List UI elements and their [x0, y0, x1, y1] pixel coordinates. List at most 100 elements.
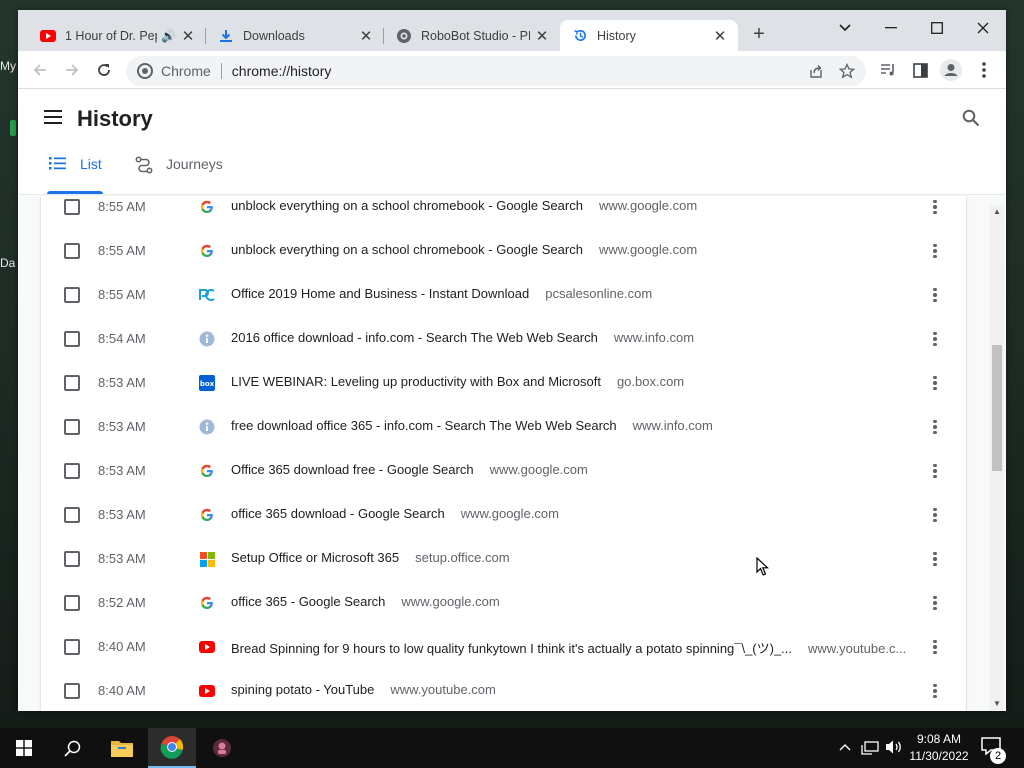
more-actions-icon[interactable] — [925, 373, 945, 393]
close-tab-icon[interactable]: ✕ — [534, 28, 550, 45]
entry-title[interactable]: Bread Spinning for 9 hours to low qualit… — [231, 641, 792, 656]
tab-search-button[interactable] — [822, 14, 868, 42]
more-actions-icon[interactable] — [925, 329, 945, 349]
tab-history[interactable]: History ✕ — [560, 20, 738, 51]
history-entry[interactable]: 8:54 AM 2016 office download - info.com -… — [41, 317, 966, 361]
entry-link[interactable]: Office 365 download free - Google Search… — [231, 462, 588, 477]
tab-downloads[interactable]: Downloads ✕ — [206, 20, 384, 51]
scrollbar-thumb[interactable] — [992, 345, 1002, 471]
forward-button[interactable] — [59, 57, 85, 83]
chrome-taskbar-icon[interactable] — [148, 728, 196, 768]
entry-link[interactable]: office 365 - Google Search www.google.com — [231, 594, 500, 609]
entry-checkbox[interactable] — [64, 551, 80, 567]
more-actions-icon[interactable] — [925, 549, 945, 569]
entry-checkbox[interactable] — [64, 419, 80, 435]
profile-avatar-icon[interactable] — [938, 57, 964, 83]
chrome-icon[interactable] — [137, 63, 153, 79]
entry-link[interactable]: Office 2019 Home and Business - Instant … — [231, 286, 652, 301]
hamburger-menu-icon[interactable] — [44, 110, 62, 126]
more-actions-icon[interactable] — [925, 241, 945, 261]
history-entry[interactable]: 8:40 AM Bread Spinning for 9 hours to low… — [41, 625, 966, 669]
entry-link[interactable]: unblock everything on a school chromeboo… — [231, 198, 697, 213]
start-button[interactable] — [0, 728, 48, 768]
more-actions-icon[interactable] — [925, 681, 945, 701]
entry-link[interactable]: unblock everything on a school chromeboo… — [231, 242, 697, 257]
file-explorer-icon[interactable] — [98, 728, 146, 768]
more-actions-icon[interactable] — [925, 637, 945, 657]
system-clock[interactable]: 9:08 AM 11/30/2022 — [906, 731, 972, 765]
audio-playing-icon[interactable]: 🔊 — [161, 29, 176, 43]
tab-journeys[interactable]: Journeys — [135, 156, 223, 196]
entry-checkbox[interactable] — [64, 507, 80, 523]
bookmark-star-icon[interactable] — [837, 62, 857, 80]
network-icon[interactable] — [861, 739, 879, 758]
entry-link[interactable]: office 365 download - Google Search www.g… — [231, 506, 559, 521]
desktop-icon-label[interactable]: My — [0, 59, 16, 73]
more-actions-icon[interactable] — [925, 417, 945, 437]
history-entry[interactable]: 8:55 AM unblock everything on a school ch… — [41, 229, 966, 273]
scroll-up-arrow-icon[interactable]: ▲ — [990, 205, 1004, 219]
chrome-menu-icon[interactable] — [971, 57, 997, 83]
history-entry[interactable]: 8:53 AM Setup Office or Microsoft 365 setu… — [41, 537, 966, 581]
share-icon[interactable] — [806, 62, 826, 80]
entry-title[interactable]: Office 365 download free - Google Search — [231, 462, 474, 477]
entry-title[interactable]: free download office 365 - info.com - Se… — [231, 418, 617, 433]
tab-youtube[interactable]: 1 Hour of Dr. Pep 🔊 ✕ — [28, 20, 206, 51]
entry-checkbox[interactable] — [64, 595, 80, 611]
search-icon[interactable] — [962, 109, 982, 129]
more-actions-icon[interactable] — [925, 197, 945, 217]
history-entry[interactable]: 8:55 AM Office 2019 Home and Business - I… — [41, 273, 966, 317]
history-entry[interactable]: 8:53 AM office 365 download - Google Sear… — [41, 493, 966, 537]
new-tab-button[interactable]: + — [748, 24, 770, 46]
history-entry[interactable]: 8:52 AM office 365 - Google Search www.goo… — [41, 581, 966, 625]
more-actions-icon[interactable] — [925, 593, 945, 613]
close-tab-icon[interactable]: ✕ — [712, 28, 728, 45]
entry-checkbox[interactable] — [64, 199, 80, 215]
more-actions-icon[interactable] — [925, 285, 945, 305]
side-panel-icon[interactable] — [907, 57, 933, 83]
back-button[interactable] — [27, 57, 53, 83]
entry-checkbox[interactable] — [64, 463, 80, 479]
history-entry[interactable]: 8:53 AM Office 365 download free - Google… — [41, 449, 966, 493]
minimize-button[interactable] — [868, 14, 914, 42]
history-entry[interactable]: 8:53 AM free download office 365 - info.c… — [41, 405, 966, 449]
entry-title[interactable]: Setup Office or Microsoft 365 — [231, 550, 399, 565]
entry-checkbox[interactable] — [64, 683, 80, 699]
entry-checkbox[interactable] — [64, 639, 80, 655]
entry-link[interactable]: spining potato - YouTube www.youtube.com — [231, 682, 496, 697]
entry-title[interactable]: office 365 download - Google Search — [231, 506, 445, 521]
entry-title[interactable]: LIVE WEBINAR: Leveling up productivity w… — [231, 374, 601, 389]
tab-robobot[interactable]: RoboBot Studio - PR ✕ — [384, 20, 560, 51]
close-tab-icon[interactable]: ✕ — [358, 28, 374, 45]
entry-link[interactable]: Setup Office or Microsoft 365 setup.offic… — [231, 550, 510, 565]
tab-list[interactable]: List — [49, 156, 102, 196]
entry-title[interactable]: office 365 - Google Search — [231, 594, 385, 609]
close-tab-icon[interactable]: ✕ — [180, 28, 196, 45]
entry-link[interactable]: LIVE WEBINAR: Leveling up productivity w… — [231, 374, 684, 389]
more-actions-icon[interactable] — [925, 461, 945, 481]
page-scrollbar[interactable]: ▲ ▼ — [990, 205, 1004, 711]
entry-checkbox[interactable] — [64, 287, 80, 303]
robobot-taskbar-icon[interactable] — [198, 728, 246, 768]
desktop-icon-label[interactable]: Da — [0, 256, 15, 270]
entry-link[interactable]: 2016 office download - info.com - Search… — [231, 330, 694, 345]
reload-button[interactable] — [91, 57, 117, 83]
history-entry[interactable]: 8:55 AM unblock everything on a school ch… — [41, 196, 966, 229]
desktop-icon-fragment[interactable] — [10, 120, 16, 136]
more-actions-icon[interactable] — [925, 505, 945, 525]
close-window-button[interactable] — [960, 14, 1006, 42]
address-bar[interactable]: Chrome chrome://history — [126, 56, 866, 86]
entry-checkbox[interactable] — [64, 331, 80, 347]
entry-link[interactable]: Bread Spinning for 9 hours to low qualit… — [231, 638, 906, 657]
search-icon[interactable] — [48, 728, 96, 768]
entry-link[interactable]: free download office 365 - info.com - Se… — [231, 418, 713, 433]
history-entry[interactable]: 8:53 AM box LIVE WEBINAR: Leveling up prod… — [41, 361, 966, 405]
entry-checkbox[interactable] — [64, 243, 80, 259]
entry-title[interactable]: unblock everything on a school chromeboo… — [231, 242, 583, 257]
show-hidden-icons-icon[interactable] — [839, 739, 851, 754]
entry-title[interactable]: 2016 office download - info.com - Search… — [231, 330, 598, 345]
scroll-down-arrow-icon[interactable]: ▼ — [990, 697, 1004, 711]
entry-title[interactable]: unblock everything on a school chromeboo… — [231, 198, 583, 213]
maximize-button[interactable] — [914, 14, 960, 42]
entry-checkbox[interactable] — [64, 375, 80, 391]
